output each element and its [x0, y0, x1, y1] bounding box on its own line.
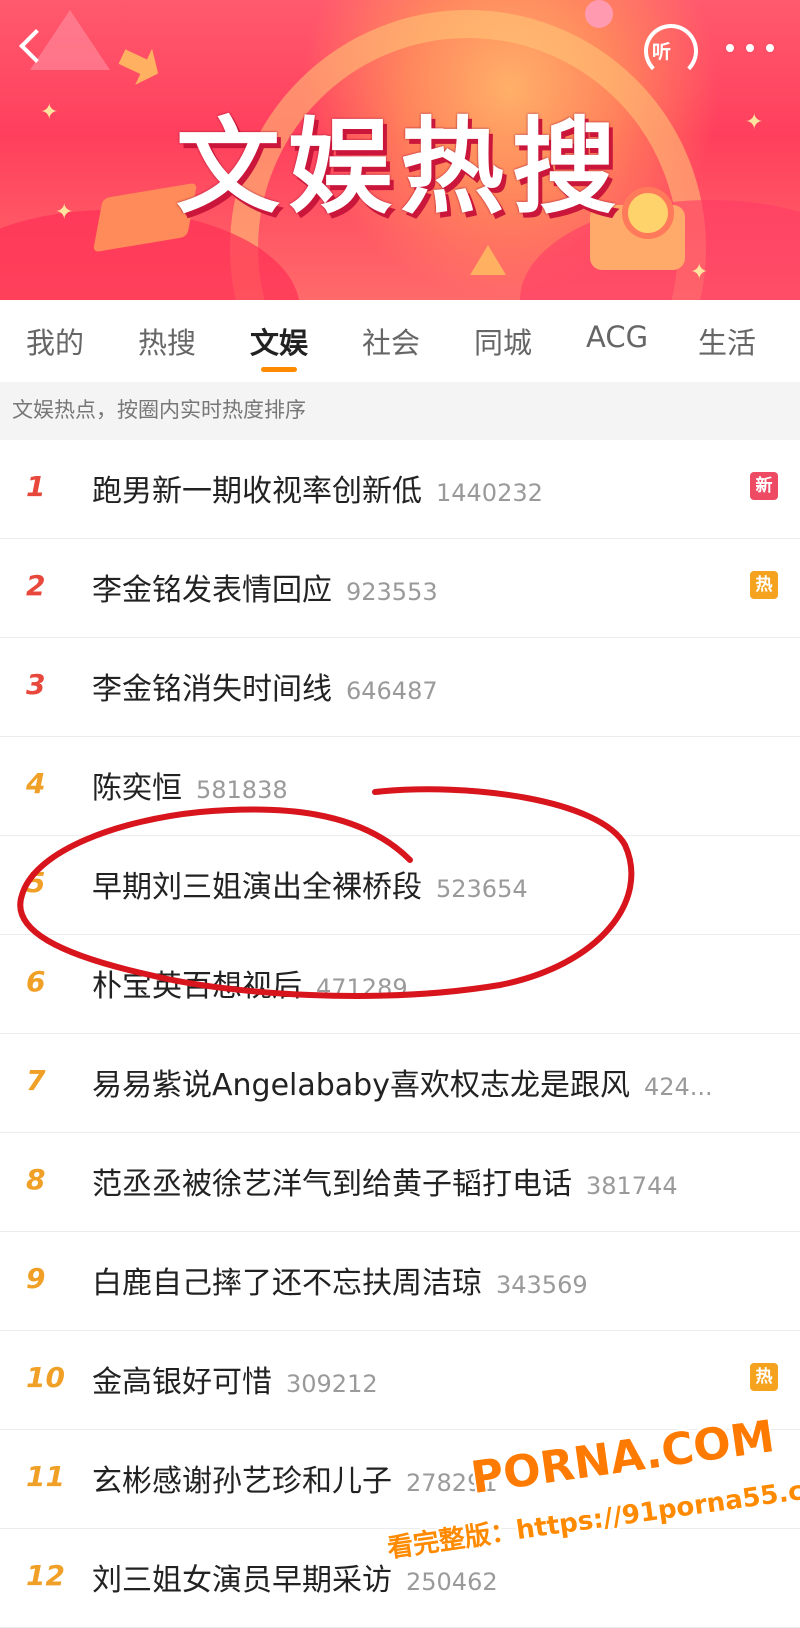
topic-title: 金高银好可惜 309212 [92, 1357, 378, 1401]
list-item[interactable]: 6 朴宝英百想视后 471289 [0, 935, 800, 1034]
page-title: 文娱热搜 [175, 106, 624, 228]
topic-title: 玄彬感谢孙艺珍和儿子 278291 [92, 1456, 498, 1500]
rank-number: 4 [26, 767, 46, 800]
topic-text: 跑男新一期收视率创新低 [92, 474, 422, 509]
list-item[interactable]: 1 跑男新一期收视率创新低 1440232 新 [0, 440, 800, 539]
topic-text: 金高银好可惜 [92, 1365, 272, 1400]
rank-number: 7 [26, 1064, 46, 1097]
category-tabs: 我的 热搜 文娱 社会 同城 ACG 生活 [0, 300, 800, 382]
rank-number: 11 [26, 1460, 65, 1493]
list-item[interactable]: 4 陈奕恒 581838 [0, 737, 800, 836]
triangle-decoration [470, 245, 506, 275]
topic-text: 陈奕恒 [92, 771, 182, 806]
topic-title: 李金铭发表情回应 923553 [92, 565, 438, 609]
heat-count: 523654 [436, 875, 528, 903]
tab-acg[interactable]: ACG [586, 320, 648, 354]
topic-text: 李金铭消失时间线 [92, 672, 332, 707]
list-item[interactable]: 5 早期刘三姐演出全裸桥段 523654 [0, 836, 800, 935]
list-item[interactable]: 3 李金铭消失时间线 646487 [0, 638, 800, 737]
rank-number: 1 [26, 470, 46, 503]
topic-text: 刘三姐女演员早期采访 [92, 1563, 392, 1598]
list-item[interactable]: 2 李金铭发表情回应 923553 热 [0, 539, 800, 638]
topic-text: 易易紫说Angelababy喜欢权志龙是跟风 [92, 1068, 630, 1103]
topic-text: 李金铭发表情回应 [92, 573, 332, 608]
new-badge: 新 [750, 472, 778, 500]
star-icon: ✦ [690, 260, 709, 285]
heat-count: 381744 [586, 1172, 678, 1200]
heat-count: 471289 [316, 974, 408, 1002]
listen-label: 听 [652, 41, 672, 63]
topic-text: 范丞丞被徐艺洋气到给黄子韬打电话 [92, 1167, 572, 1202]
tab-society[interactable]: 社会 [362, 320, 420, 362]
topic-title: 陈奕恒 581838 [92, 763, 288, 807]
tab-mine[interactable]: 我的 [26, 320, 84, 362]
list-item[interactable]: 9 白鹿自己摔了还不忘扶周洁琼 343569 [0, 1232, 800, 1331]
header-banner: ✦ ✦ ✦ ✦ 文娱热搜 听 [0, 0, 800, 300]
rank-number: 8 [26, 1163, 46, 1196]
list-description: 文娱热点，按圈内实时热度排序 [0, 382, 800, 440]
topic-text: 白鹿自己摔了还不忘扶周洁琼 [92, 1266, 482, 1301]
heat-count: 343569 [496, 1271, 588, 1299]
heat-count: 309212 [286, 1370, 378, 1398]
list-item[interactable]: 8 范丞丞被徐艺洋气到给黄子韬打电话 381744 [0, 1133, 800, 1232]
more-options-icon[interactable] [718, 30, 782, 66]
tab-hot-search[interactable]: 热搜 [138, 320, 196, 362]
rank-number: 2 [26, 569, 46, 602]
topic-title: 范丞丞被徐艺洋气到给黄子韬打电话 381744 [92, 1159, 678, 1203]
list-description-text: 文娱热点，按圈内实时热度排序 [12, 398, 306, 422]
topic-title: 刘三姐女演员早期采访 250462 [92, 1555, 498, 1599]
topic-title: 李金铭消失时间线 646487 [92, 664, 438, 708]
topic-title: 早期刘三姐演出全裸桥段 523654 [92, 862, 528, 906]
topic-title: 易易紫说Angelababy喜欢权志龙是跟风 424... [92, 1060, 713, 1104]
list-item[interactable]: 7 易易紫说Angelababy喜欢权志龙是跟风 424... [0, 1034, 800, 1133]
topic-title: 白鹿自己摔了还不忘扶周洁琼 343569 [92, 1258, 588, 1302]
topic-title: 跑男新一期收视率创新低 1440232 [92, 466, 543, 510]
heat-count: 646487 [346, 677, 438, 705]
hot-badge: 热 [750, 571, 778, 599]
heat-count: 1440232 [436, 479, 543, 507]
back-chevron-icon[interactable] [12, 26, 52, 66]
heat-count: 424... [643, 1073, 713, 1101]
rank-number: 9 [26, 1262, 46, 1295]
rank-number: 6 [26, 965, 46, 998]
tab-local[interactable]: 同城 [474, 320, 532, 362]
topic-title: 朴宝英百想视后 471289 [92, 961, 408, 1005]
heat-count: 581838 [196, 776, 288, 804]
listen-button[interactable]: 听 [640, 20, 698, 78]
hot-badge: 热 [750, 1363, 778, 1391]
topic-text: 玄彬感谢孙艺珍和儿子 [92, 1464, 392, 1499]
ball-decoration [585, 0, 613, 28]
topic-text: 朴宝英百想视后 [92, 969, 302, 1004]
rank-number: 5 [26, 866, 46, 899]
heat-count: 250462 [406, 1568, 498, 1596]
topic-text: 早期刘三姐演出全裸桥段 [92, 870, 422, 905]
rank-number: 10 [26, 1361, 65, 1394]
rank-number: 12 [26, 1559, 65, 1592]
tab-life[interactable]: 生活 [698, 320, 756, 362]
tab-entertainment[interactable]: 文娱 [250, 320, 308, 372]
heat-count: 923553 [346, 578, 438, 606]
list-item[interactable]: 10 金高银好可惜 309212 热 [0, 1331, 800, 1430]
rank-number: 3 [26, 668, 46, 701]
